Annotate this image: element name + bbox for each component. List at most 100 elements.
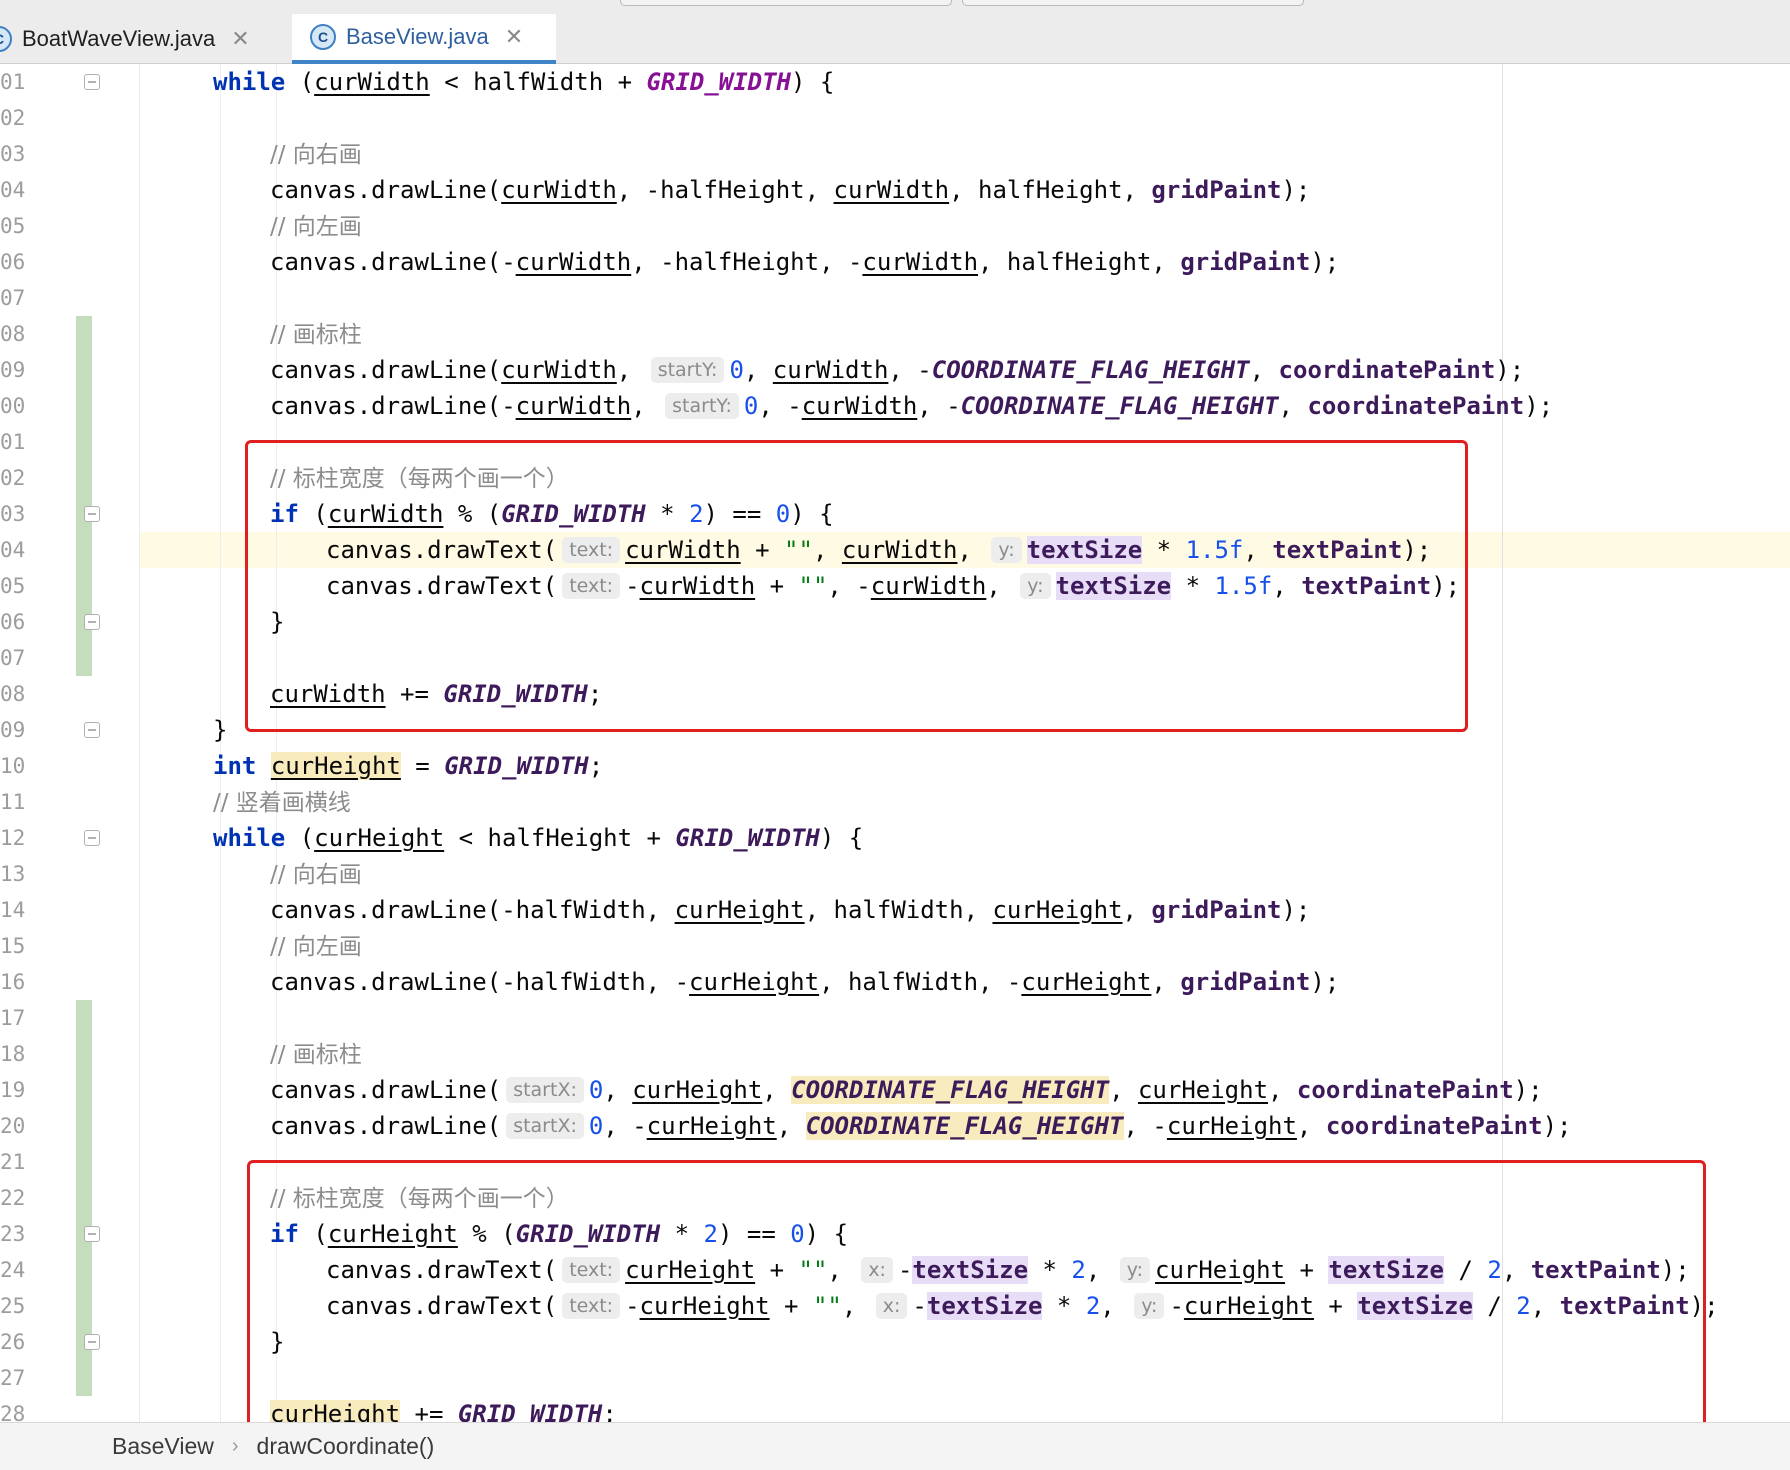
- toolbar-field[interactable]: [962, 0, 1304, 6]
- field: gridPaint: [1151, 176, 1282, 204]
- code-line[interactable]: // 画标柱: [270, 1036, 362, 1072]
- code-line[interactable]: canvas.drawLine(curWidth, -halfHeight, c…: [270, 172, 1310, 208]
- variable: curWidth: [801, 392, 918, 420]
- line-number: 15: [0, 934, 26, 958]
- code-text: < halfWidth +: [429, 68, 647, 96]
- variable: curHeight: [270, 752, 401, 780]
- code-text: );: [1310, 248, 1340, 276]
- code-text: ,: [1249, 356, 1279, 384]
- code-line[interactable]: canvas.drawLine(-halfWidth, curHeight, h…: [270, 892, 1310, 928]
- code-line[interactable]: }: [213, 712, 227, 748]
- comment: // 画标柱: [270, 322, 362, 348]
- line-number: 05: [0, 214, 26, 238]
- line-number: 04: [0, 538, 26, 562]
- tab-boatwaveview[interactable]: C BoatWaveView.java ✕: [0, 14, 290, 64]
- code-line[interactable]: // 向右画: [270, 136, 362, 172]
- code-text: ,: [1109, 1076, 1138, 1104]
- close-icon[interactable]: ✕: [505, 24, 523, 50]
- line-number: 25: [0, 1294, 26, 1318]
- line-number: 23: [0, 1222, 26, 1246]
- code-line[interactable]: canvas.drawLine(-curWidth, -halfHeight, …: [270, 244, 1339, 280]
- code-line[interactable]: while (curWidth < halfWidth + GRID_WIDTH…: [213, 64, 834, 100]
- line-number: 20: [0, 1114, 26, 1138]
- code-text: ,: [1151, 968, 1181, 996]
- code-text: ,: [616, 356, 646, 384]
- constant: COORDINATE_FLAG_HEIGHT: [791, 1076, 1110, 1104]
- constant: GRID_WIDTH: [675, 824, 820, 852]
- code-line[interactable]: // 向右画: [270, 856, 362, 892]
- code-line[interactable]: // 向左画: [270, 208, 362, 244]
- line-number: 22: [0, 1186, 26, 1210]
- toolbar-field[interactable]: [620, 0, 952, 6]
- line-number: 06: [0, 250, 26, 274]
- code-editor[interactable]: 01 02 03 04 05 06 07 08 09 00 01 02 03 0…: [0, 64, 1790, 1436]
- code-line[interactable]: canvas.drawLine(startX: 0, -curHeight, CO…: [270, 1108, 1571, 1144]
- chevron-right-icon: ›: [231, 1435, 239, 1457]
- tab-label: BoatWaveView.java: [22, 26, 216, 51]
- field: gridPaint: [1180, 248, 1311, 276]
- comment: // 向左画: [270, 214, 362, 240]
- fold-marker-icon[interactable]: [84, 830, 100, 846]
- line-number: 17: [0, 1006, 26, 1030]
- code-text: );: [1542, 1112, 1572, 1140]
- code-text: }: [213, 716, 228, 744]
- code-text: canvas.drawLine(-: [270, 392, 516, 420]
- java-class-icon: C: [310, 24, 336, 50]
- annotation-box: [245, 440, 1468, 732]
- code-line[interactable]: int curHeight = GRID_WIDTH;: [213, 748, 603, 784]
- fold-marker-icon[interactable]: [84, 74, 100, 90]
- fold-marker-icon[interactable]: [84, 506, 100, 522]
- code-line[interactable]: canvas.drawLine(-curWidth, startY: 0, -cu…: [270, 388, 1553, 424]
- fold-marker-icon[interactable]: [84, 722, 100, 738]
- line-number: 05: [0, 574, 26, 598]
- variable: curHeight: [689, 968, 820, 996]
- code-text: canvas.drawLine(-halfWidth, -: [270, 968, 690, 996]
- close-icon[interactable]: ✕: [231, 26, 249, 52]
- code-text: , -halfHeight,: [616, 176, 834, 204]
- breadcrumb-item-method[interactable]: drawCoordinate(): [257, 1433, 435, 1460]
- number: 0: [743, 392, 759, 420]
- code-text: canvas.drawLine(: [270, 1112, 502, 1140]
- line-number: 16: [0, 970, 26, 994]
- fold-marker-icon[interactable]: [84, 1226, 100, 1242]
- code-line[interactable]: // 向左画: [270, 928, 362, 964]
- variable: curWidth: [862, 248, 979, 276]
- fold-marker-icon[interactable]: [84, 1334, 100, 1350]
- line-number: 18: [0, 1042, 26, 1066]
- breadcrumb-item-class[interactable]: BaseView: [112, 1433, 214, 1460]
- variable: curHeight: [992, 896, 1123, 924]
- keyword: int: [213, 752, 257, 780]
- variable: curWidth: [501, 356, 617, 384]
- line-number: 01: [0, 70, 26, 94]
- code-text: canvas.drawLine(-halfWidth,: [270, 896, 675, 924]
- line-number: 11: [0, 790, 26, 814]
- code-text: ,: [762, 1076, 792, 1104]
- code-text: , -: [1123, 1112, 1167, 1140]
- code-line[interactable]: canvas.drawLine(startX: 0, curHeight, COO…: [270, 1072, 1543, 1108]
- variable: curHeight: [632, 1076, 763, 1104]
- variable: curWidth: [314, 68, 430, 96]
- line-number: 12: [0, 826, 26, 850]
- code-line[interactable]: canvas.drawLine(curWidth, startY: 0, curW…: [270, 352, 1524, 388]
- code-line[interactable]: // 竖着画横线: [213, 784, 351, 820]
- keyword: while: [213, 824, 286, 852]
- code-text: ,: [1296, 1112, 1326, 1140]
- line-number: 27: [0, 1366, 26, 1390]
- code-text: , -: [917, 392, 961, 420]
- code-line[interactable]: // 画标柱: [270, 316, 362, 352]
- comment: // 向左画: [270, 934, 362, 960]
- code-line[interactable]: canvas.drawLine(-halfWidth, -curHeight, …: [270, 964, 1339, 1000]
- code-text: );: [1524, 392, 1554, 420]
- fold-marker-icon[interactable]: [84, 614, 100, 630]
- constant: GRID_WIDTH: [646, 68, 792, 96]
- constant: COORDINATE_FLAG_HEIGHT: [805, 1112, 1124, 1140]
- variable: curWidth: [501, 176, 617, 204]
- code-line[interactable]: while (curHeight < halfHeight + GRID_WID…: [213, 820, 863, 856]
- java-class-icon: C: [0, 26, 12, 52]
- comment: // 画标柱: [270, 1042, 362, 1068]
- toolbar-strip: [0, 0, 1790, 10]
- field: gridPaint: [1180, 968, 1311, 996]
- tab-baseview[interactable]: C BaseView.java ✕: [292, 14, 556, 64]
- field: coordinatePaint: [1278, 356, 1496, 384]
- code-text: , -: [758, 392, 802, 420]
